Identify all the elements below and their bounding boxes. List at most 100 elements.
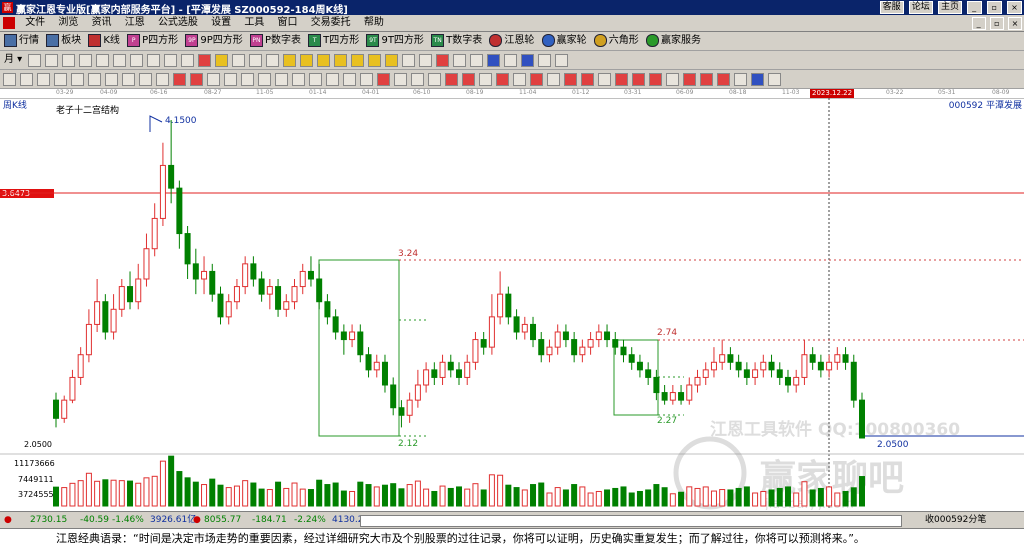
menu-trade[interactable]: 交易委托 [306,15,356,31]
tick-detail-link[interactable]: 收000592分笔 [925,512,986,528]
tool-button[interactable] [717,73,730,86]
link-home[interactable]: 主页 [937,1,962,14]
menu-browse[interactable]: 浏览 [53,15,83,31]
tool-button[interactable] [181,54,195,67]
tool-button[interactable] [581,73,594,86]
tool-gann-wheel[interactable]: 江恩轮 [489,32,534,50]
tool-button[interactable] [215,54,229,67]
menu-settings[interactable]: 设置 [206,15,236,31]
chart-area[interactable]: 周K线 老子十二宫结构 000592 平潭发展 3.6473 2.0500 11… [0,98,1024,510]
tool-button[interactable] [428,73,441,86]
tool-button[interactable] [139,73,152,86]
tool-button[interactable] [173,73,186,86]
link-service[interactable]: 客服 [879,1,904,14]
tool-button[interactable] [164,54,178,67]
tool-button[interactable] [683,73,696,86]
tool-button[interactable] [292,73,305,86]
tool-button[interactable] [147,54,161,67]
tool-button[interactable] [555,54,569,67]
tool-button[interactable] [224,73,237,86]
tool-button[interactable] [368,54,382,67]
tool-button[interactable] [496,73,509,86]
child-close-icon[interactable]: × [1008,17,1022,30]
tool-button[interactable] [513,73,526,86]
tool-button[interactable] [79,54,93,67]
tool-button[interactable] [768,73,781,86]
tool-button[interactable] [3,73,16,86]
close-icon[interactable]: × [1007,1,1022,14]
tool-button[interactable] [521,54,535,67]
tool-button[interactable] [20,73,33,86]
minimize-icon[interactable]: _ [966,1,982,14]
tool-button[interactable] [538,54,552,67]
tool-button[interactable] [615,73,628,86]
tool-button[interactable] [394,73,407,86]
tool-button[interactable] [385,54,399,67]
tool-button[interactable] [113,54,127,67]
tool-button[interactable] [207,73,220,86]
tool-button[interactable] [37,73,50,86]
tool-winner-wheel[interactable]: 赢家轮 [541,32,587,50]
tool-button[interactable] [377,73,390,86]
tool-button[interactable] [45,54,59,67]
tool-9p-square[interactable]: 9P 9P四方形 [185,32,243,50]
tool-button[interactable] [351,54,365,67]
tool-button[interactable] [360,73,373,86]
tool-button[interactable] [105,73,118,86]
tool-button[interactable] [700,73,713,86]
tool-kline[interactable]: K线 [88,32,120,50]
tool-button[interactable] [156,73,169,86]
tool-button[interactable] [326,73,339,86]
tool-button[interactable] [62,54,76,67]
menu-info[interactable]: 资讯 [87,15,117,31]
tool-button[interactable] [462,73,475,86]
tool-button[interactable] [445,73,458,86]
restore-icon[interactable]: ▫ [986,1,1002,14]
tool-button[interactable] [317,54,331,67]
tool-button[interactable] [266,54,280,67]
menu-tools[interactable]: 工具 [239,15,269,31]
horizontal-scrollbar[interactable] [360,515,902,527]
tool-button[interactable] [334,54,348,67]
tool-button[interactable] [649,73,662,86]
tool-button[interactable] [275,73,288,86]
tool-button[interactable] [190,73,203,86]
tool-button[interactable] [487,54,501,67]
tool-button[interactable] [122,73,135,86]
tool-button[interactable] [241,73,254,86]
tool-t-square[interactable]: T T四方形 [308,32,359,50]
tool-button[interactable] [198,54,212,67]
menu-window[interactable]: 窗口 [273,15,303,31]
tool-button[interactable] [309,73,322,86]
tool-p-number[interactable]: PN P数字表 [249,32,301,50]
menu-gann[interactable]: 江恩 [120,15,150,31]
tool-button[interactable] [411,73,424,86]
tool-button[interactable] [470,54,484,67]
tool-p-square[interactable]: P P四方形 [127,32,178,50]
child-restore-icon[interactable]: ▫ [989,17,1004,30]
tool-button[interactable] [130,54,144,67]
tool-service[interactable]: 赢家服务 [645,32,701,50]
tool-button[interactable] [530,73,543,86]
tool-button[interactable] [666,73,679,86]
tool-button[interactable] [419,54,433,67]
tool-button[interactable] [751,73,764,86]
tool-hexagon[interactable]: 六角形 [593,32,639,50]
tool-quote[interactable]: 行情 [4,32,39,50]
tool-button[interactable] [96,54,110,67]
child-minimize-icon[interactable]: _ [971,17,986,30]
tool-button[interactable] [632,73,645,86]
tool-button[interactable] [547,73,560,86]
tool-button[interactable] [504,54,518,67]
tool-button[interactable] [479,73,492,86]
tool-button[interactable] [88,73,101,86]
menu-help[interactable]: 帮助 [359,15,389,31]
tool-button[interactable] [343,73,356,86]
tool-button[interactable] [54,73,67,86]
tool-t-number[interactable]: TN T数字表 [431,32,482,50]
tool-button[interactable] [453,54,467,67]
tool-9t-square[interactable]: 9T 9T四方形 [366,32,424,50]
menu-file[interactable]: 文件 [20,15,50,31]
tool-button[interactable] [564,73,577,86]
link-forum[interactable]: 论坛 [908,1,933,14]
